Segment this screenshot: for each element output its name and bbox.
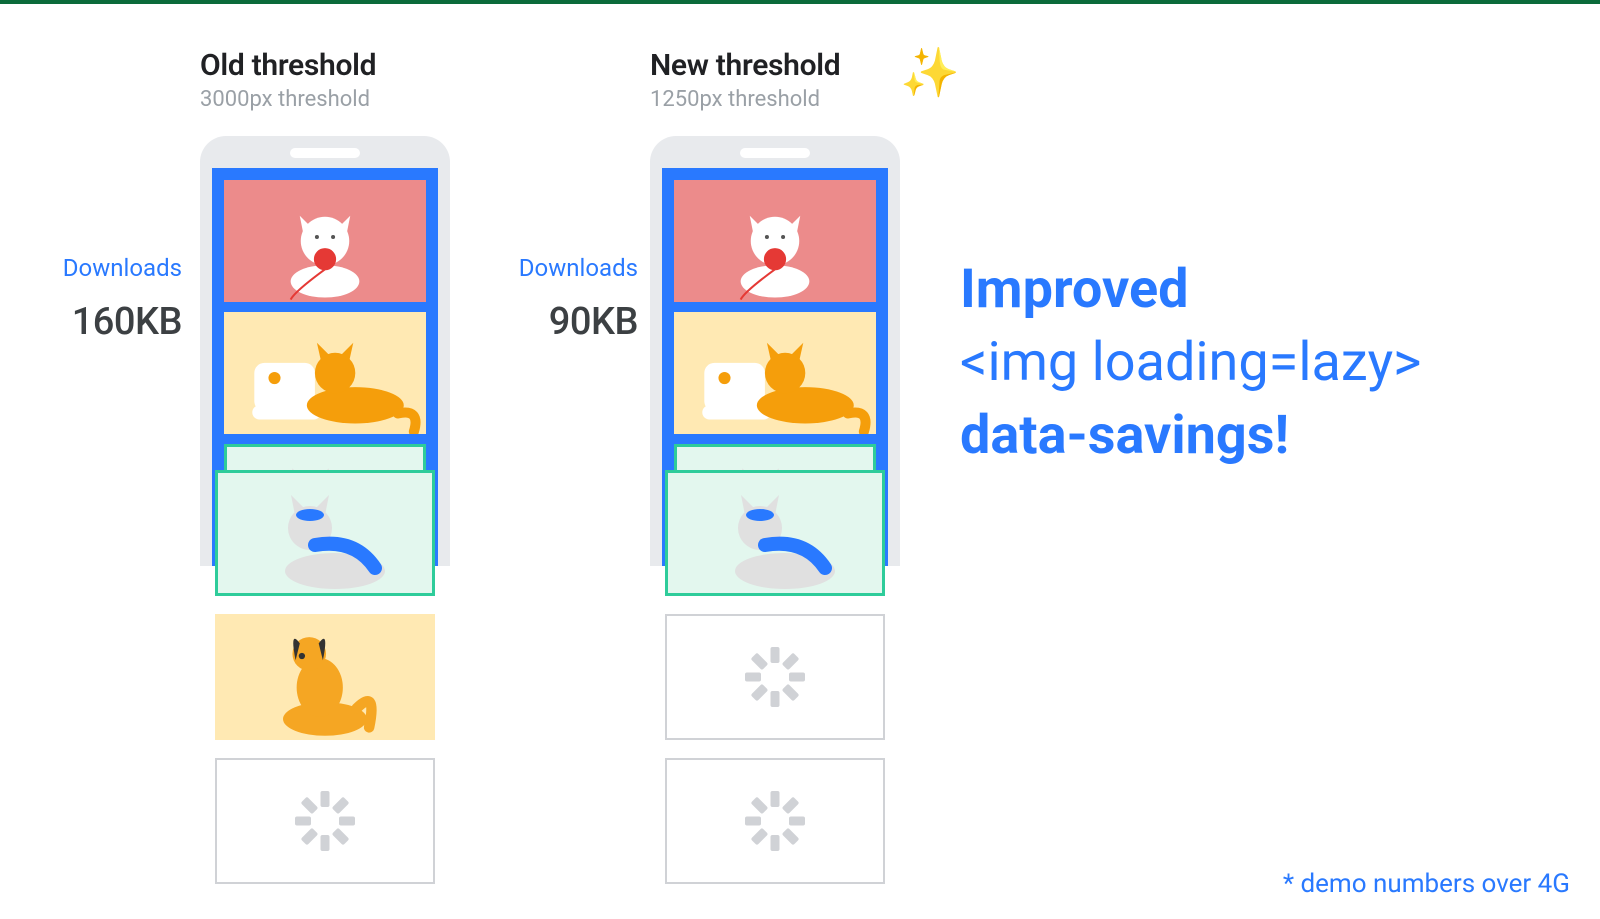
new-subtitle: 1250px threshold <box>650 87 910 112</box>
image-card-placeholder <box>665 758 885 884</box>
new-heading: New threshold 1250px threshold <box>650 48 910 112</box>
spinner-icon <box>297 793 353 849</box>
downloads-label: Downloads <box>495 254 638 282</box>
image-card-cat-blue <box>215 470 435 596</box>
headline-line2: <img loading=lazy> <box>960 327 1421 400</box>
image-card-dog-yellow <box>215 614 435 740</box>
image-card-placeholder <box>665 614 885 740</box>
phone-speaker-icon <box>290 148 360 158</box>
headline-message: Improved <img loading=lazy> data-savings… <box>960 254 1421 473</box>
image-card-cat-orange <box>674 312 876 434</box>
new-below-fold <box>665 456 885 884</box>
new-downloads-block: Downloads 90KB <box>460 24 650 919</box>
downloads-value: 160KB <box>0 300 182 344</box>
old-subtitle: 3000px threshold <box>200 87 460 112</box>
image-card-cat-blue <box>665 470 885 596</box>
new-title: New threshold <box>650 48 910 83</box>
phone-speaker-icon <box>740 148 810 158</box>
footnote: * demo numbers over 4G <box>1283 869 1570 899</box>
image-card-placeholder <box>215 758 435 884</box>
headline-line1: Improved <box>960 254 1421 327</box>
old-downloads-block: Downloads 160KB <box>0 24 200 919</box>
spinner-icon <box>747 793 803 849</box>
image-card-cat-yarn <box>224 180 426 302</box>
headline-line3: data-savings! <box>960 400 1421 473</box>
spinner-icon <box>747 649 803 705</box>
sparkles-icon: ✨ <box>900 44 960 101</box>
image-card-cat-yarn <box>674 180 876 302</box>
old-title: Old threshold <box>200 48 460 83</box>
image-card-cat-orange <box>224 312 426 434</box>
old-threshold-column: Old threshold 3000px threshold <box>200 24 460 919</box>
old-below-fold <box>215 456 435 884</box>
downloads-label: Downloads <box>0 254 182 282</box>
new-threshold-column: New threshold 1250px threshold ✨ <box>650 24 910 919</box>
downloads-value: 90KB <box>495 300 638 344</box>
old-heading: Old threshold 3000px threshold <box>200 48 460 112</box>
